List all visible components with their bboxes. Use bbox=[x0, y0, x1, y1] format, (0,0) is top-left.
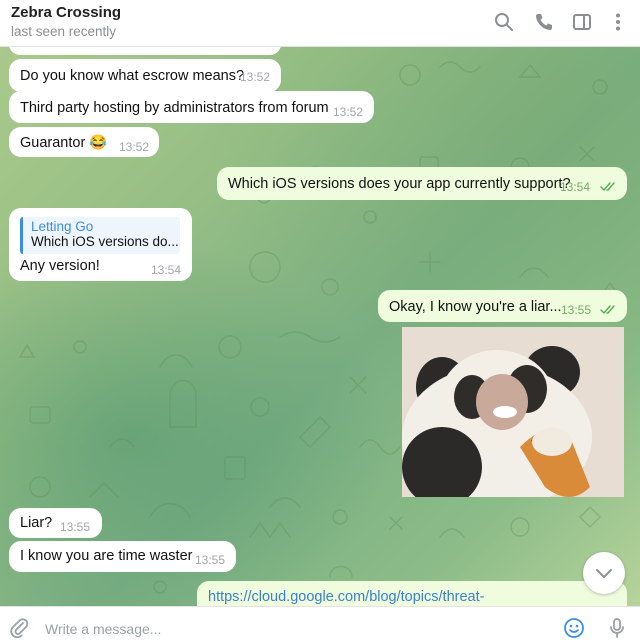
message-link[interactable]: https://cloud.google.com/blog/topics/thr… bbox=[208, 589, 484, 605]
message-text: Any version! bbox=[20, 258, 100, 274]
chat-header: Zebra Crossing last seen recently bbox=[0, 0, 640, 47]
message-bubble[interactable] bbox=[9, 47, 281, 55]
message-bubble-incoming[interactable]: Guarantor 😂 13:52 bbox=[9, 127, 159, 157]
message-list[interactable]: Do you know what escrow means? 13:52 Thi… bbox=[0, 47, 640, 606]
message-time: 13:54 bbox=[560, 180, 591, 194]
search-icon[interactable] bbox=[493, 11, 515, 33]
chat-status: last seen recently bbox=[11, 24, 117, 39]
emoji-icon[interactable] bbox=[563, 617, 585, 639]
message-time: 13:54 bbox=[151, 263, 182, 277]
message-bubble-outgoing[interactable]: Okay, I know you're a liar... 13:55 bbox=[378, 290, 627, 322]
paperclip-icon[interactable] bbox=[8, 617, 30, 639]
message-time: 13:52 bbox=[240, 70, 271, 84]
message-text: Guarantor 😂 bbox=[20, 135, 108, 151]
message-text: Third party hosting by administrators fr… bbox=[20, 100, 329, 116]
message-time: 13:52 bbox=[333, 105, 364, 119]
phone-icon[interactable] bbox=[533, 11, 555, 33]
double-check-icon bbox=[600, 182, 615, 191]
double-check-icon bbox=[600, 305, 615, 314]
reply-quote[interactable]: Letting Go Which iOS versions do... bbox=[20, 217, 180, 254]
message-text: Do you know what escrow means? bbox=[20, 68, 245, 84]
reply-text: Which iOS versions do... bbox=[31, 234, 179, 249]
message-time: 13:52 bbox=[119, 140, 150, 154]
sticker-image[interactable] bbox=[402, 327, 624, 497]
message-time: 13:55 bbox=[195, 553, 226, 567]
telegram-chat-window: Zebra Crossing last seen recently Do you… bbox=[0, 0, 640, 640]
scroll-to-bottom-button[interactable] bbox=[583, 552, 625, 594]
message-composer: Write a message... bbox=[0, 606, 640, 640]
message-time: 13:55 bbox=[60, 520, 91, 534]
sidebar-toggle-icon[interactable] bbox=[571, 11, 593, 33]
message-text: I know you are time waster bbox=[20, 548, 193, 564]
message-bubble-incoming[interactable]: Third party hosting by administrators fr… bbox=[9, 91, 374, 123]
message-bubble-incoming[interactable]: I know you are time waster 13:55 bbox=[9, 541, 236, 572]
message-bubble-outgoing[interactable]: https://cloud.google.com/blog/topics/thr… bbox=[197, 581, 627, 606]
message-bubble-outgoing[interactable]: Which iOS versions does your app current… bbox=[217, 167, 627, 200]
chat-title[interactable]: Zebra Crossing bbox=[11, 4, 121, 21]
chevron-down-icon bbox=[596, 569, 612, 578]
more-vertical-icon[interactable] bbox=[607, 11, 629, 33]
microphone-icon[interactable] bbox=[606, 617, 628, 639]
message-text: Okay, I know you're a liar... bbox=[389, 299, 562, 315]
message-text: Which iOS versions does your app current… bbox=[228, 176, 571, 192]
message-input[interactable]: Write a message... bbox=[45, 621, 161, 637]
reply-author: Letting Go bbox=[31, 219, 94, 234]
message-bubble-incoming[interactable]: Do you know what escrow means? 13:52 bbox=[9, 59, 281, 92]
message-time: 13:55 bbox=[561, 303, 592, 317]
message-bubble-incoming[interactable]: Liar? 13:55 bbox=[9, 508, 102, 538]
message-bubble-incoming-reply[interactable]: Letting Go Which iOS versions do... Any … bbox=[9, 208, 192, 281]
message-text: Liar? bbox=[20, 515, 53, 531]
